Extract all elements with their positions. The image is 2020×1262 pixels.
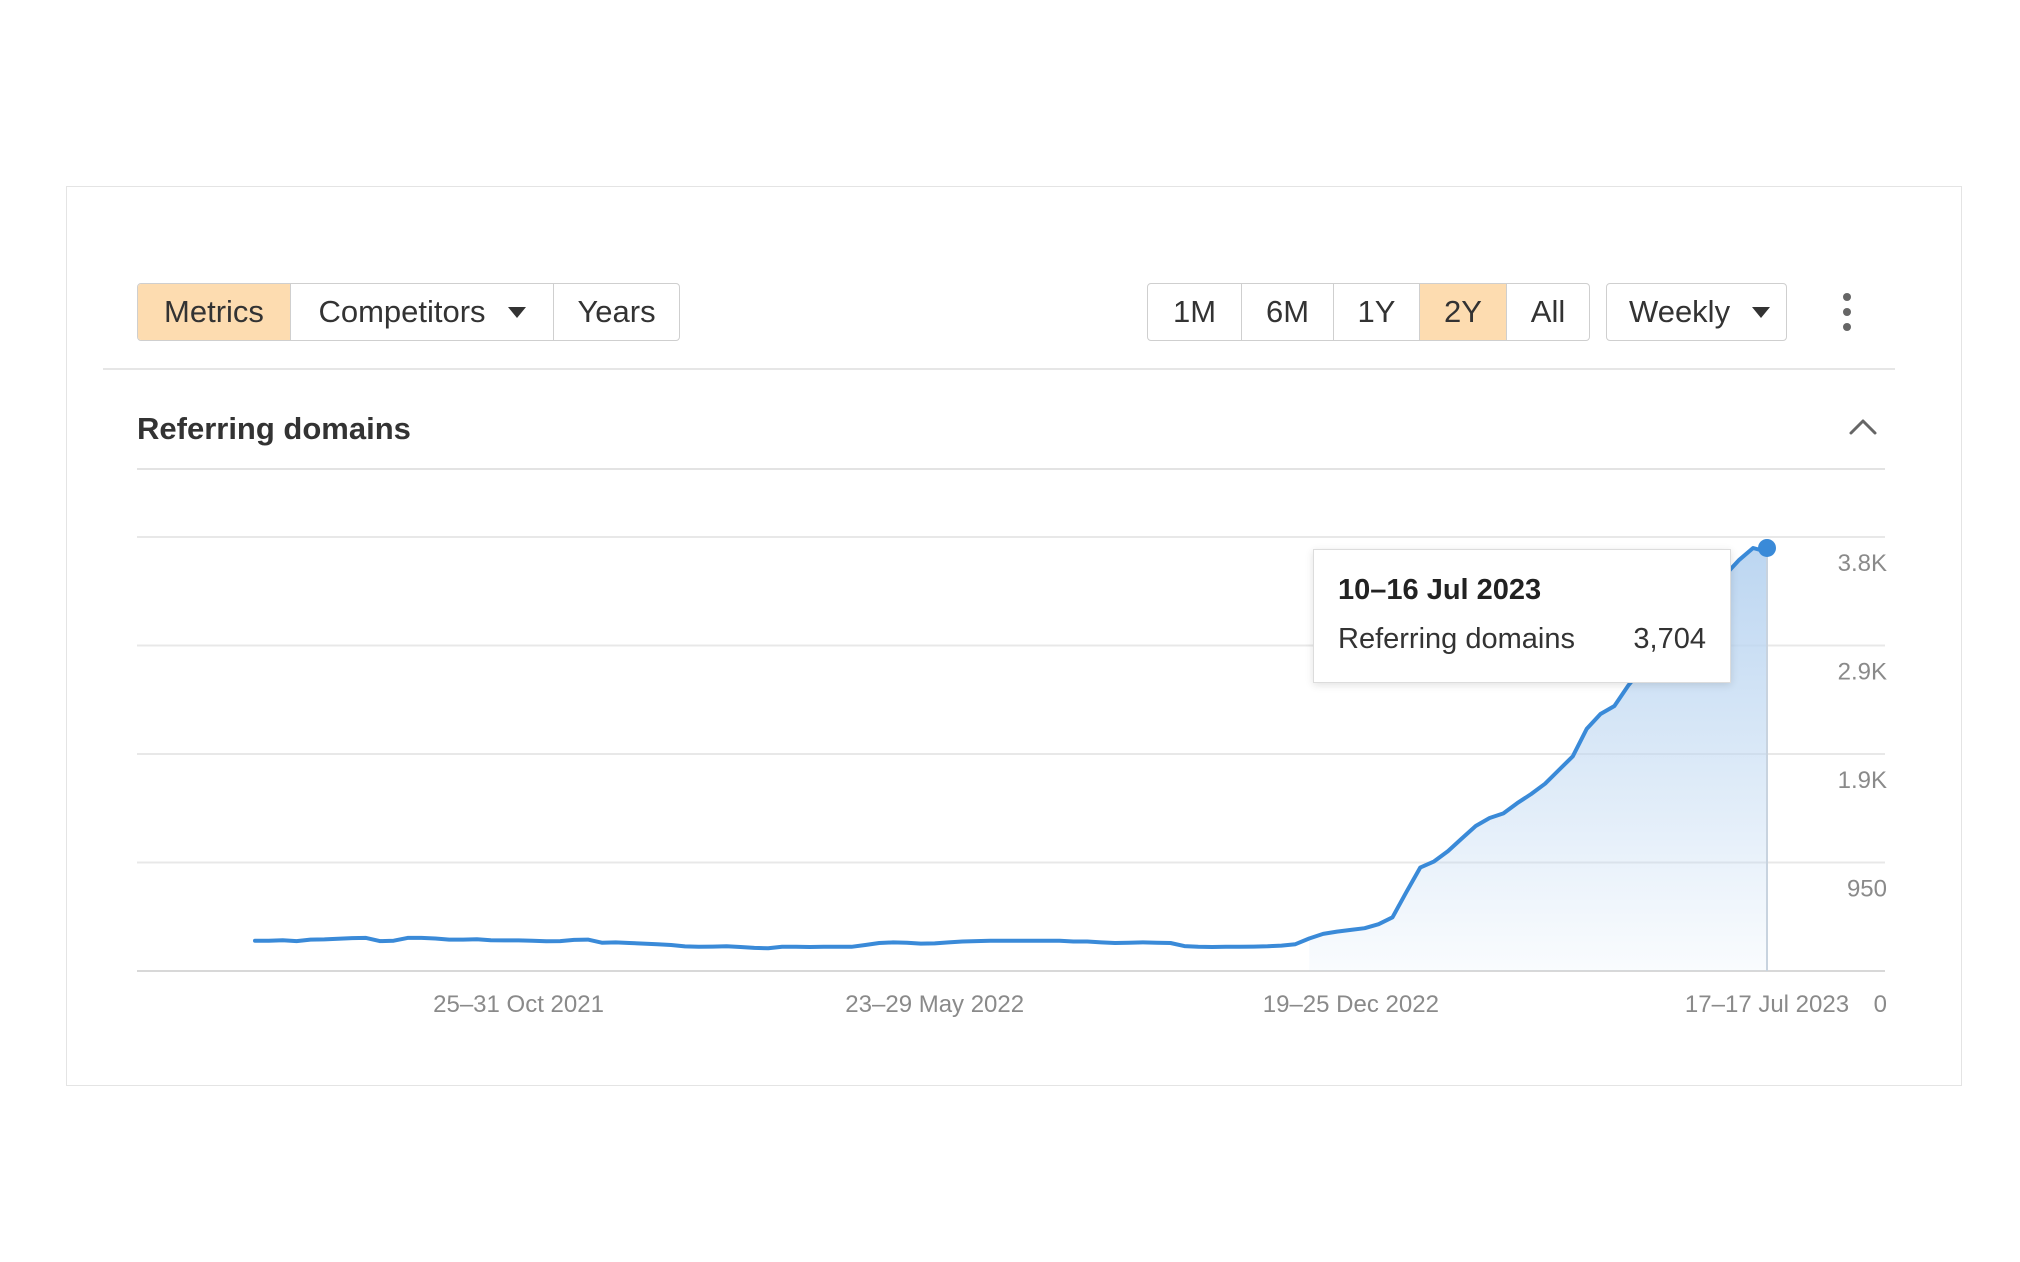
y-tick-label: 1.9K xyxy=(1838,767,1887,794)
y-tick-label: 0 xyxy=(1874,991,1887,1018)
x-tick-label: 19–25 Dec 2022 xyxy=(1263,991,1439,1018)
hover-point xyxy=(1758,538,1776,557)
y-tick-label: 3.8K xyxy=(1838,550,1887,577)
tooltip-date: 10–16 Jul 2023 xyxy=(1338,574,1542,606)
x-tick-label: 25–31 Oct 2021 xyxy=(433,991,604,1018)
tooltip-row: Referring domains 3,704 xyxy=(1338,623,1706,656)
y-tick-label: 2.9K xyxy=(1838,659,1887,686)
tooltip-metric: Referring domains xyxy=(1338,623,1575,655)
x-tick-label: 17–17 Jul 2023 xyxy=(1685,991,1849,1018)
referring-domains-card: Metrics Competitors Years 1M 6M 1Y 2Y Al… xyxy=(66,186,1962,1086)
x-tick-label: 23–29 May 2022 xyxy=(845,991,1024,1018)
tooltip-value: 3,704 xyxy=(1633,623,1706,655)
chart-tooltip: 10–16 Jul 2023 Referring domains 3,704 xyxy=(1313,549,1731,683)
y-tick-label: 950 xyxy=(1847,876,1887,903)
